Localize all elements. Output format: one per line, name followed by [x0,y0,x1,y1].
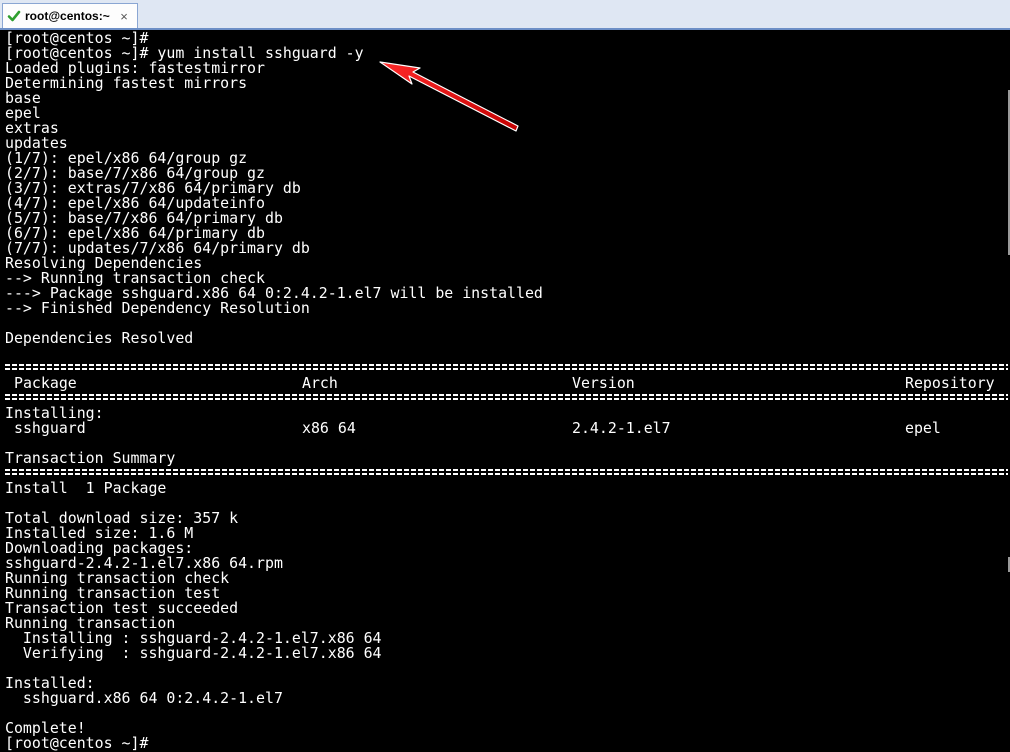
command-line: [root@centos ~]# yum install sshguard -y [5,46,364,61]
table-cell-3: epel [905,421,941,436]
output-line: --> Running transaction check [5,271,265,286]
output-line: (1/7): epel/x86_64/group_gz [5,151,248,166]
summary-title: Transaction Summary [5,451,176,466]
output-line: Verifying : sshguard-2.4.2-1.el7.x86_64 [5,646,382,661]
output-line: updates [5,136,68,151]
output-line: epel [5,106,41,121]
output-line: extras [5,121,59,136]
output-line: Downloading packages: [5,541,194,556]
output-line: Complete! [5,721,86,736]
prompt-line-final: [root@centos ~]# [5,736,149,751]
separator-rule [5,364,1008,370]
table-cell-0: sshguard [14,421,86,436]
tab-bar-empty-area [140,3,1010,28]
output-line: (5/7): base/7/x86_64/primary_db [5,211,283,226]
output-line: Dependencies Resolved [5,331,194,346]
output-line: Determining fastest mirrors [5,76,248,91]
output-line: (7/7): updates/7/x86_64/primary_db [5,241,310,256]
output-line: Resolving Dependencies [5,256,203,271]
table-header-1: Arch [302,376,338,391]
output-line: Installed: [5,676,95,691]
output-line: base [5,91,41,106]
output-line: --> Finished Dependency Resolution [5,301,310,316]
table-cell-1: x86_64 [302,421,356,436]
table-cell-2: 2.4.2-1.el7 [572,421,671,436]
output-line: Installed size: 1.6 M [5,526,194,541]
output-line: ---> Package sshguard.x86_64 0:2.4.2-1.e… [5,286,543,301]
output-line: sshguard-2.4.2-1.el7.x86_64.rpm [5,556,283,571]
output-line: Total download size: 357 k [5,511,239,526]
prompt-line: [root@centos ~]# [5,31,149,46]
output-line: (2/7): base/7/x86_64/group_gz [5,166,265,181]
output-line: Transaction test succeeded [5,601,239,616]
output-line: Running transaction [5,616,176,631]
output-line: Running transaction test [5,586,221,601]
table-header-3: Repository [905,376,995,391]
separator-rule [5,394,1008,400]
output-line: (4/7): epel/x86_64/updateinfo [5,196,265,211]
summary-line: Install 1 Package [5,481,167,496]
tab-bar: root@centos:~ × [0,0,1010,30]
output-line: (6/7): epel/x86_64/primary_db [5,226,265,241]
check-icon [7,9,21,23]
output-line: (3/7): extras/7/x86_64/primary_db [5,181,301,196]
table-header-0: Package [14,376,77,391]
terminal-window[interactable]: [root@centos ~]# [root@centos ~]# yum ins… [0,30,1010,752]
table-header-2: Version [572,376,635,391]
output-line: Running transaction check [5,571,230,586]
tab-title: root@centos:~ [25,9,110,23]
output-line: Installing : sshguard-2.4.2-1.el7.x86_64 [5,631,382,646]
close-icon[interactable]: × [117,9,131,24]
separator-rule [5,469,1008,475]
output-line: Loaded plugins: fastestmirror [5,61,265,76]
table-section: Installing: [5,406,104,421]
output-line: sshguard.x86_64 0:2.4.2-1.el7 [5,691,283,706]
session-tab[interactable]: root@centos:~ × [2,3,138,28]
